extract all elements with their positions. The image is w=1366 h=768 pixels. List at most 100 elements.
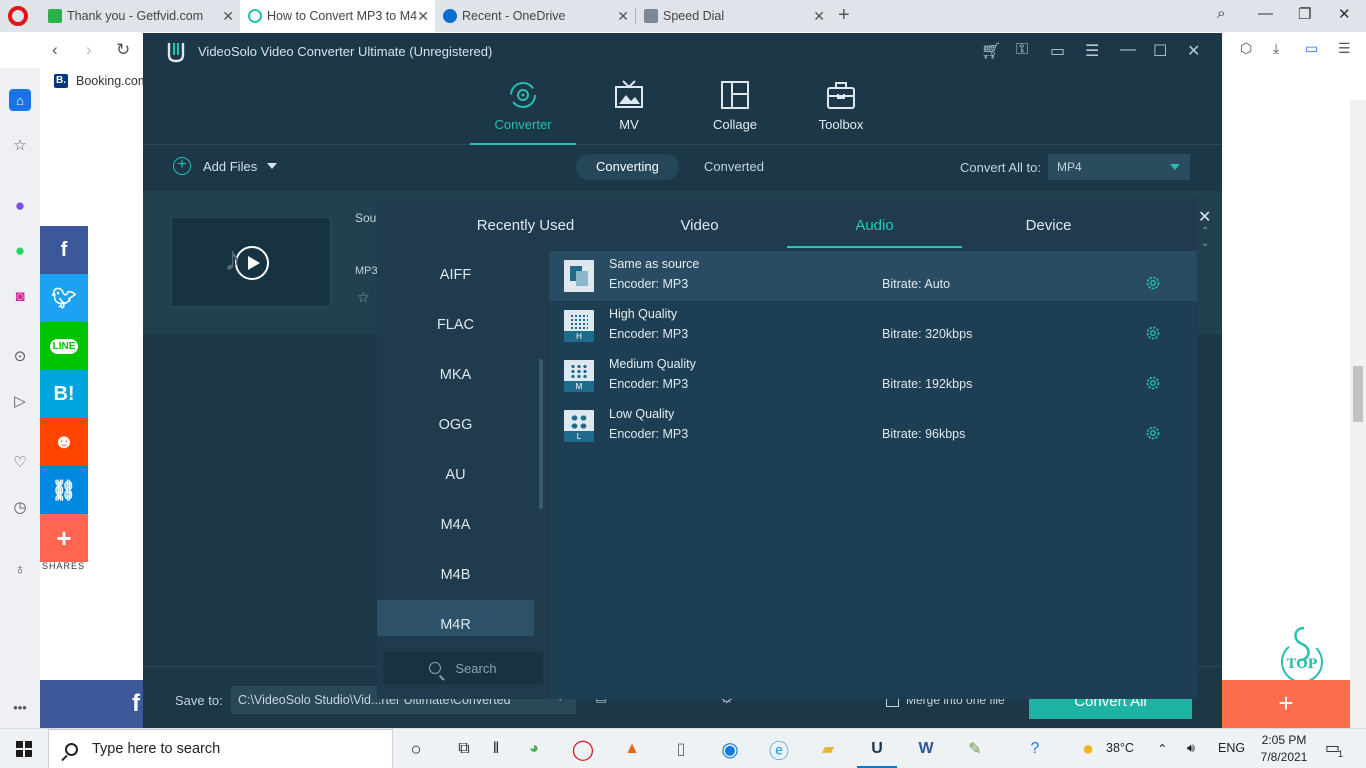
format-item-au[interactable]: AU	[377, 457, 534, 493]
chat-app-icon[interactable]: ◕	[522, 737, 546, 761]
tips-bulb-icon[interactable]: ♁	[9, 558, 31, 580]
format-item-m4r[interactable]: M4R	[377, 600, 534, 636]
instagram-icon[interactable]: ◙	[9, 285, 31, 307]
cortana-icon[interactable]: ○	[404, 737, 428, 761]
preset-settings-gear-icon[interactable]	[1145, 325, 1161, 341]
chevron-down-icon[interactable]	[267, 163, 278, 169]
bottom-more-share[interactable]: +	[1222, 680, 1350, 728]
format-list-scrollbar[interactable]	[539, 359, 543, 509]
restore-icon[interactable]: ❐	[1298, 5, 1311, 23]
video-thumbnail[interactable]: ♪	[171, 217, 331, 307]
tab-close-icon[interactable]: ✕	[617, 8, 629, 25]
preset-settings-gear-icon[interactable]	[1145, 275, 1161, 291]
home-icon[interactable]: ⌂	[9, 89, 31, 111]
tab-close-icon[interactable]: ✕	[222, 8, 234, 25]
internet-explorer-icon[interactable]: ⓔ	[767, 737, 791, 763]
matlab-icon[interactable]: ▲	[620, 737, 644, 761]
search-tabs-icon[interactable]: ⌕	[1217, 5, 1225, 22]
windows-start-icon[interactable]	[16, 741, 32, 757]
add-files-button[interactable]: + Add Files	[173, 157, 278, 175]
back-icon[interactable]: ‹	[52, 40, 58, 60]
preset-high-quality[interactable]: H High Quality Encoder: MP3 Bitrate: 320…	[549, 301, 1197, 351]
page-scrollbar[interactable]	[1350, 100, 1366, 728]
whatsapp-icon[interactable]: ●	[9, 240, 31, 262]
volume-icon[interactable]: 🔊︎	[1187, 741, 1195, 756]
file-explorer-icon[interactable]: ▰	[816, 737, 840, 761]
back-to-top-icon[interactable]: TOP	[1276, 624, 1328, 680]
popup-scroll-arrows-icon[interactable]: ⌃ ⌄	[1201, 226, 1209, 250]
nav-converter[interactable]: Converter	[470, 79, 576, 145]
format-item-mka[interactable]: MKA	[377, 357, 534, 393]
tab-audio[interactable]: Audio	[787, 217, 962, 248]
tab-close-icon[interactable]: ✕	[417, 8, 429, 25]
preset-settings-gear-icon[interactable]	[1145, 425, 1161, 441]
format-item-m4b[interactable]: M4B	[377, 557, 534, 593]
help-icon[interactable]: ?	[1023, 737, 1047, 761]
reload-icon[interactable]: ↻	[116, 40, 130, 60]
popup-close-icon[interactable]: ✕	[1198, 207, 1211, 227]
new-tab-button[interactable]: +	[838, 4, 850, 27]
nav-toolbox[interactable]: Toolbox	[788, 79, 894, 145]
weather-temp[interactable]: 38°C	[1106, 741, 1134, 755]
language-indicator[interactable]: ENG	[1218, 741, 1245, 755]
bottom-facebook-share[interactable]: f	[40, 680, 144, 728]
key-icon[interactable]: ⚿	[1016, 41, 1028, 59]
share-copy-link-button[interactable]: ⛓︎	[40, 466, 88, 514]
format-search-input[interactable]: Search	[383, 652, 543, 684]
edge-icon[interactable]: ◉	[718, 737, 742, 761]
format-item-aiff[interactable]: AIFF	[377, 257, 534, 293]
history-icon[interactable]: ◷	[9, 496, 31, 518]
share-twitter-button[interactable]: 🐦︎	[40, 274, 88, 322]
tab-recently-used[interactable]: Recently Used	[438, 217, 613, 246]
tab-video[interactable]: Video	[612, 217, 787, 246]
easy-setup-icon[interactable]: ☰	[1338, 40, 1351, 57]
share-more-button[interactable]: +	[40, 514, 88, 562]
scrollbar-thumb[interactable]	[1353, 366, 1363, 422]
share-line-button[interactable]: LINE	[40, 322, 88, 370]
maps-app-icon[interactable]: ✎	[963, 737, 987, 761]
menu-icon[interactable]: ☰	[1085, 41, 1099, 61]
edit-star-icon[interactable]: ☆	[357, 289, 370, 306]
share-hatena-button[interactable]: B!	[40, 370, 88, 418]
extensions-icon[interactable]: ⬡	[1240, 40, 1252, 57]
preset-settings-gear-icon[interactable]	[1145, 375, 1161, 391]
format-item-m4a[interactable]: M4A	[377, 507, 534, 543]
convert-all-to-select[interactable]: MP4	[1048, 154, 1190, 180]
share-reddit-button[interactable]: ☻	[40, 418, 88, 466]
send-icon[interactable]: ▷	[9, 390, 31, 412]
preset-low-quality[interactable]: L Low Quality Encoder: MP3 Bitrate: 96kb…	[549, 401, 1197, 451]
app-minimize-icon[interactable]: —	[1120, 41, 1136, 59]
tab-close-icon[interactable]: ✕	[813, 8, 825, 25]
tab-speed-dial[interactable]: Speed Dial ✕	[636, 0, 831, 32]
forward-icon[interactable]: ›	[86, 40, 92, 60]
tab-getfvid[interactable]: Thank you - Getfvid.com ✕	[40, 0, 240, 32]
file-icon[interactable]: ▯	[669, 737, 693, 761]
minimize-icon[interactable]: —	[1258, 5, 1273, 22]
download-icon[interactable]: ⤓	[1273, 40, 1279, 57]
nav-mv[interactable]: MV	[576, 79, 682, 145]
opera-taskbar-icon[interactable]: ◯	[571, 737, 595, 761]
tab-onedrive[interactable]: Recent - OneDrive ✕	[435, 0, 635, 32]
speed-dial-icon[interactable]: ☆	[9, 134, 31, 156]
format-item-ogg[interactable]: OGG	[377, 407, 534, 443]
tab-converting[interactable]: Converting	[576, 154, 679, 180]
close-window-icon[interactable]: ✕	[1338, 5, 1351, 23]
videosolo-taskbar-icon[interactable]: U	[857, 737, 897, 768]
bookmarks-heart-icon[interactable]: ♡	[9, 451, 31, 473]
messenger-icon[interactable]: ●	[9, 195, 31, 217]
clock[interactable]: 2:05 PM 7/8/2021	[1256, 732, 1312, 766]
tab-converted[interactable]: Converted	[684, 154, 784, 180]
taskbar-search-box[interactable]: Type here to search	[48, 729, 393, 768]
preset-same-as-source[interactable]: Same as source Encoder: MP3 Bitrate: Aut…	[549, 251, 1197, 301]
app-close-icon[interactable]: ✕	[1187, 41, 1200, 61]
task-view-icon[interactable]: ⧉	[452, 737, 476, 761]
nav-collage[interactable]: Collage	[682, 79, 788, 145]
show-hidden-icons-chevron-icon[interactable]: ⌃	[1157, 741, 1167, 756]
cart-icon[interactable]: 🛒︎	[981, 41, 1001, 61]
more-icon[interactable]: •••	[9, 696, 31, 718]
tab-device[interactable]: Device	[961, 217, 1136, 246]
share-facebook-button[interactable]: f	[40, 226, 88, 274]
tab-how-to-convert[interactable]: How to Convert MP3 to M4 ✕	[240, 0, 435, 32]
preset-medium-quality[interactable]: M Medium Quality Encoder: MP3 Bitrate: 1…	[549, 351, 1197, 401]
player-icon[interactable]: ⊙	[9, 345, 31, 367]
